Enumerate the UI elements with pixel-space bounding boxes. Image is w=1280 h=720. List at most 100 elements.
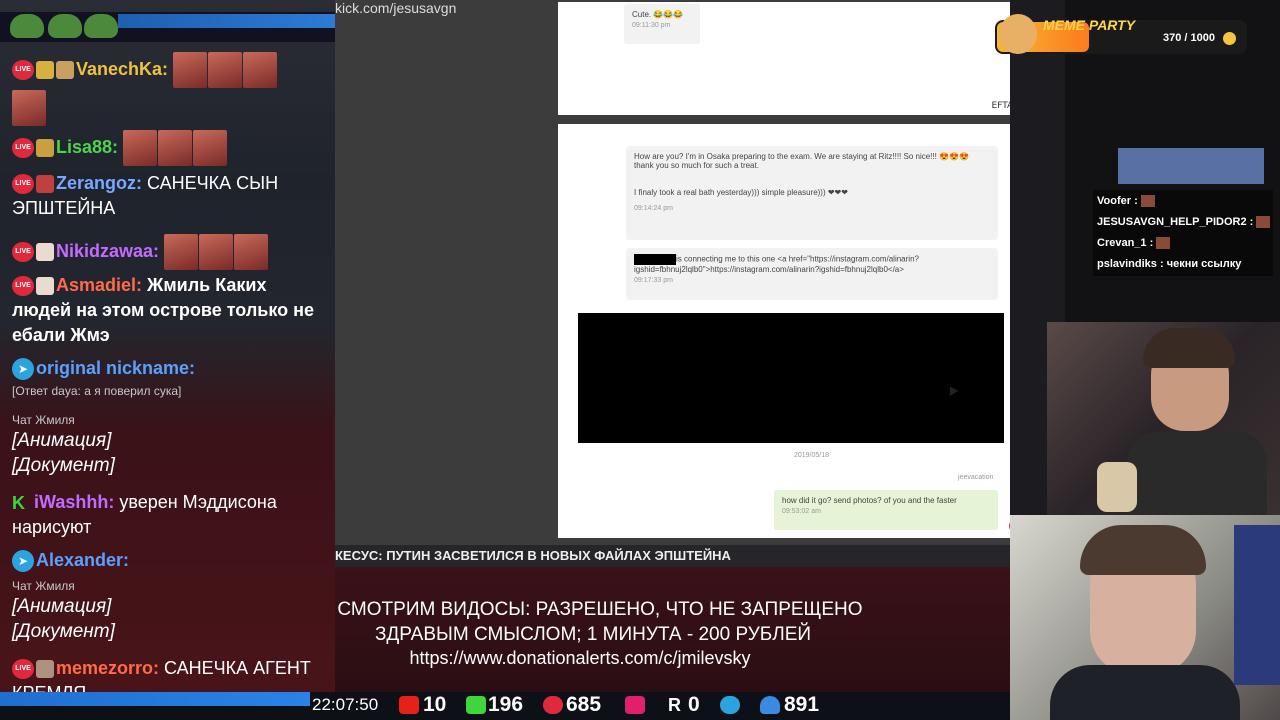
emote-icon [173,52,208,88]
live-icon: LIVE [12,659,34,680]
hat-badge-icon [56,61,74,79]
streamer-shirt [1050,665,1240,720]
kick-icon: K [12,493,25,514]
chat-message: LIVE Asmadiel: Жмиль Каких людей на этом … [12,273,330,348]
donation-text-2: ЗДРАВЫМ СМЫСЛОМ; 1 МИНУТА - 200 РУБЛЕЙ [374,624,812,645]
chat-message: ➤ Alexander: [12,548,330,573]
bell-badge-icon [36,139,54,157]
live-icon: LIVE [12,174,34,195]
message-text: how did it go? send photos? of you and t… [782,496,957,505]
chat-username[interactable]: Asmadiel: [56,275,142,295]
youtube-icon [399,696,419,714]
right-chat-message: Voofer : [1097,195,1155,208]
news-ticker: КЕСУС: ПУТИН ЗАСВЕТИЛСЯ В НОВЫХ ФАЙЛАХ Э… [335,545,1010,567]
emote-icon [199,234,234,270]
emote-icon [123,130,158,166]
attachment-label: [Анимация] [12,596,112,617]
live-icon: LIVE [12,138,34,158]
donation-link[interactable]: https://www.donationalerts.com/c/jmilevs… [280,648,880,669]
rutube-letter-icon: R [668,695,681,715]
figure-badge-icon [36,175,54,194]
youtube-count: 10 [423,693,447,716]
telegram-icon: ➤ [12,550,34,573]
right-chat-message: JESUSAVGN_HELP_PIDOR2 : [1097,216,1271,229]
right-chat-user: Crevan_1 : [1097,237,1154,249]
emote-icon [164,234,199,270]
chat-bottom-progress [0,692,310,706]
message-time: 09:11:30 pm [632,22,671,29]
chat-message: Чат Жмиля [Анимация] [Документ] [12,412,330,478]
clock: 22:07:50 [312,695,379,714]
vk-live-icon [543,696,563,714]
meme-party-progress: 370 / 1000 [1163,32,1215,44]
webcam-streamer [1010,515,1280,720]
emote-icon [1256,216,1271,229]
chat-username[interactable]: Nikidzawaa: [56,241,159,261]
chat-username[interactable]: VanechKa: [76,59,168,79]
telegram-icon: ➤ [12,358,34,381]
live-icon: LIVE [12,242,34,262]
emote-icon [208,52,243,88]
message-bubble: is connecting me to this one <a href="ht… [626,248,998,300]
reply-bubble: how did it go? send photos? of you and t… [774,490,998,530]
donation-text-1: СМОТРИМ ВИДОСЫ: РАЗРЕШЕНО, ЧТО НЕ ЗАПРЕЩ… [337,599,863,620]
frog-emote-icon [48,14,82,38]
microphone-icon [1097,462,1137,512]
attachment-label: [Документ] [12,621,115,642]
webcam-guest [1009,322,1280,536]
doge-icon [999,14,1037,54]
chat-username[interactable]: Zerangoz: [56,173,142,193]
viewer-count: 891 [784,693,820,716]
live-icon: LIVE [12,60,34,80]
right-chat-message: Crevan_1 : [1097,237,1171,250]
chat-message: LIVE Zerangoz: САНЕЧКА СЫН ЭПШТЕЙНА [12,171,330,221]
chat-username[interactable]: Lisa88: [56,137,118,157]
message-bubble: How are you? I'm in Osaka preparing to t… [626,146,998,240]
meme-party-title: MEME PARTY [1043,17,1136,33]
vk-video-icon [625,696,645,714]
rutube-count: 0 [688,693,700,716]
chat-source: Чат Жмиля [12,413,75,427]
chat-top-strip [0,12,335,42]
chat-message: Чат Жмиля [Анимация] [Документ] [12,578,330,644]
document-page-top: Cute. 😂😂😂 09:11:30 pm EFTA01616973 [558,2,1065,115]
emote-icon [1140,195,1155,208]
sender-name: jeevacation [958,474,994,481]
emote-icon [158,130,193,166]
chat-username[interactable]: memezorro: [56,658,159,678]
chat-username[interactable]: original nickname: [36,358,195,378]
emote-icon [12,90,46,126]
message-time: 09:14:24 pm [634,205,673,212]
chat-progress-bar [118,14,335,28]
right-chat-user: JESUSAVGN_HELP_PIDOR2 : [1097,216,1254,228]
emote-icon [234,234,269,270]
chat-message: LIVE Nikidzawaa: [12,234,330,270]
right-chat-message: pslavindiks : чекни ссылку [1097,258,1241,270]
coin-icon [1223,32,1236,45]
vk-count: 685 [566,693,602,716]
chat-message: LIVE Lisa88: [12,130,330,166]
viewers-icon [760,696,780,714]
frog-emote-icon [84,14,118,38]
chat-username[interactable]: iWashhh: [34,492,114,512]
emote-icon [1156,237,1171,250]
frog-emote-icon [10,14,44,38]
stream-url: kick.com/jesusavgn [335,0,457,16]
chat-panel: LIVE VanechKa: LIVE Lisa88: LIVE Zerangoz: … [0,0,335,720]
message-text: Cute. 😂😂😂 [632,10,684,19]
chat-username[interactable]: Alexander: [36,550,129,570]
chat-message: LIVE VanechKa: [12,52,330,126]
kick-icon [466,696,486,714]
message-text: How are you? I'm in Osaka preparing to t… [634,152,969,170]
message-bubble: Cute. 😂😂😂 09:11:30 pm [624,4,700,44]
date-separator: 2019/05/18 [793,452,830,459]
screen-share: kick.com/jesusavgn Cute. 😂😂😂 09:11:30 pm… [335,0,1065,565]
emote-icon [193,130,228,166]
guest-hair [1143,328,1235,368]
attachment-label: [Документ] [12,455,115,476]
right-chat-text: чекни ссылку [1166,258,1242,270]
message-time: 09:17:33 pm [634,277,673,284]
sub-badge-icon [36,277,54,296]
attachment-label: [Анимация] [12,430,112,451]
message-text: is connecting me to this one <a href="ht… [634,254,919,274]
